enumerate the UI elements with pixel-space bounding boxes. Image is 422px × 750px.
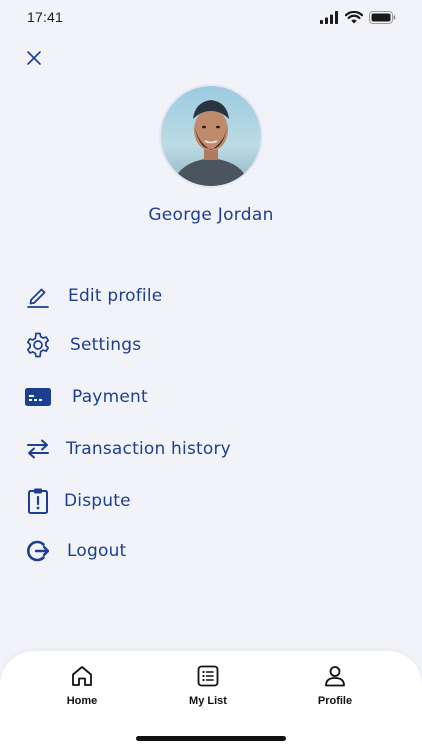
- clipboard-alert-icon: [24, 487, 52, 515]
- menu-item-edit-profile[interactable]: Edit profile: [24, 276, 162, 316]
- tab-profile[interactable]: Profile: [295, 663, 375, 713]
- home-icon: [69, 663, 95, 689]
- menu-item-label: Payment: [72, 387, 148, 407]
- tab-my-list[interactable]: My List: [168, 663, 248, 713]
- menu-item-logout[interactable]: Logout: [24, 531, 126, 571]
- close-button[interactable]: [22, 48, 46, 72]
- card-icon: [24, 383, 52, 411]
- menu-item-label: Transaction history: [66, 439, 231, 459]
- battery-icon: [369, 9, 396, 28]
- tab-label: My List: [189, 695, 227, 707]
- home-indicator[interactable]: [136, 736, 286, 741]
- tab-home[interactable]: Home: [42, 663, 122, 713]
- profile-name: George Jordan: [148, 205, 274, 225]
- pencil-icon: [24, 282, 52, 310]
- menu-item-dispute[interactable]: Dispute: [24, 481, 131, 521]
- wifi-icon: [344, 9, 364, 28]
- status-time: 17:41: [27, 9, 64, 25]
- close-icon: [26, 50, 42, 70]
- arrows-swap-icon: [24, 435, 52, 463]
- menu-item-payment[interactable]: Payment: [24, 377, 148, 417]
- gear-icon: [24, 331, 52, 359]
- status-icons: [320, 9, 396, 28]
- menu-item-label: Settings: [70, 335, 142, 355]
- menu-item-transaction-history[interactable]: Transaction history: [24, 429, 231, 469]
- avatar[interactable]: [161, 86, 261, 186]
- menu-item-label: Dispute: [64, 491, 131, 511]
- logout-icon: [24, 537, 52, 565]
- menu-item-settings[interactable]: Settings: [24, 325, 141, 365]
- tab-label: Home: [66, 695, 98, 707]
- menu-item-label: Logout: [67, 541, 127, 561]
- signal-icon: [320, 9, 339, 28]
- user-icon: [322, 663, 348, 689]
- tab-label: Profile: [317, 695, 353, 707]
- list-icon: [195, 663, 221, 689]
- avatar-photo: [161, 86, 261, 186]
- menu-item-label: Edit profile: [68, 286, 163, 306]
- status-bar: 17:41: [0, 0, 422, 34]
